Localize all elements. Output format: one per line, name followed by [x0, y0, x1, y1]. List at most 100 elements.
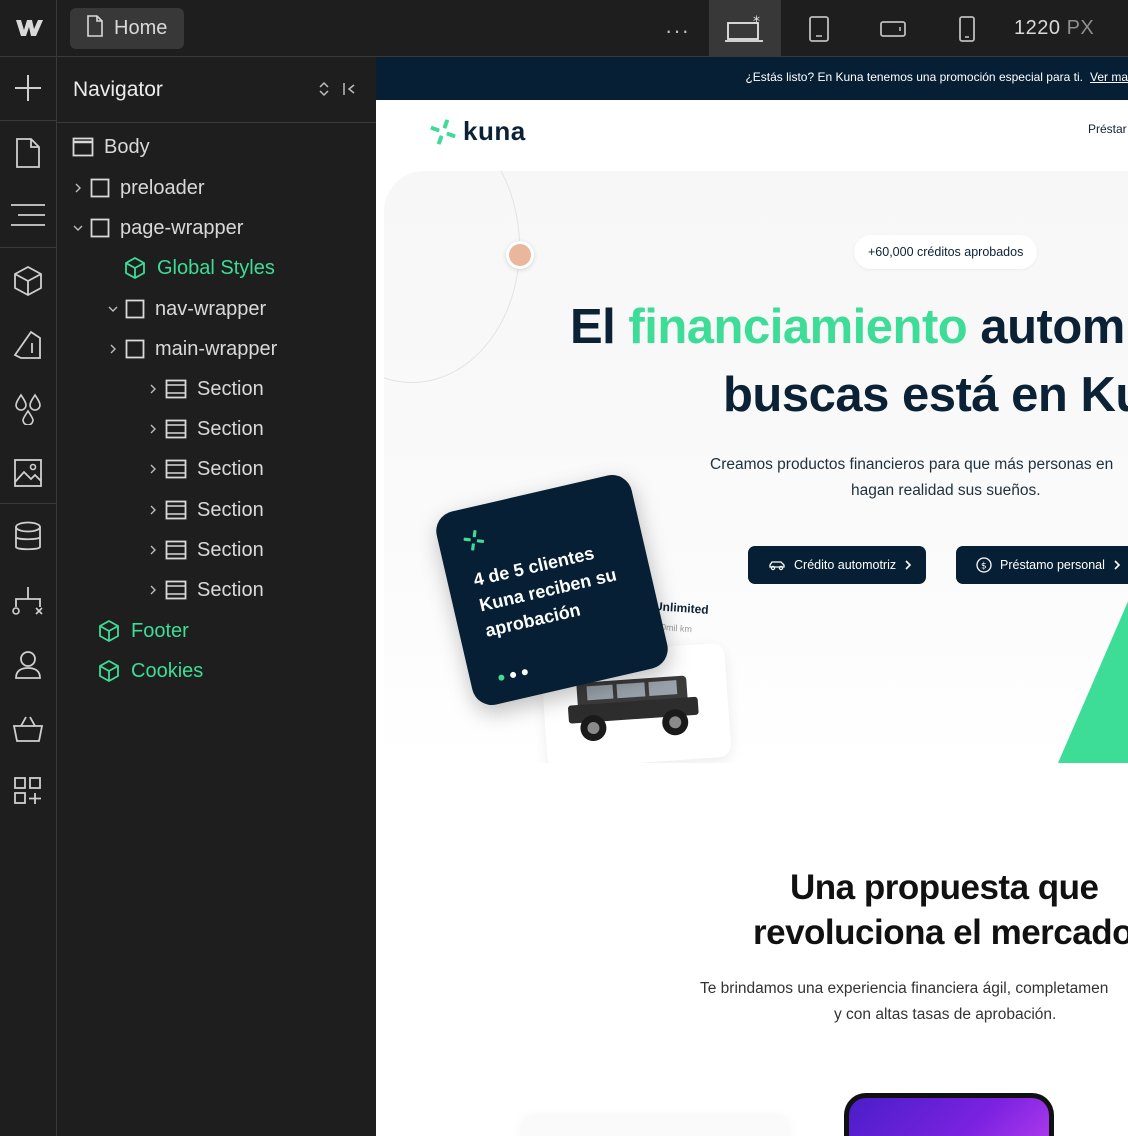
tree-item-label: page-wrapper [120, 216, 244, 239]
tree-item-section[interactable]: Section [145, 369, 264, 409]
section2-heading-line2: revoluciona el mercado [753, 913, 1128, 952]
mobile-landscape-icon [880, 20, 906, 37]
component-icon [123, 256, 147, 280]
logic-button[interactable] [0, 573, 56, 629]
section-icon [165, 419, 187, 439]
car-icon [769, 561, 785, 571]
auto-credit-button[interactable]: Crédito automotriz [748, 546, 927, 584]
div-block-icon [90, 178, 110, 198]
chevron-right-icon[interactable] [145, 463, 161, 475]
section-icon [165, 379, 187, 399]
personal-loan-button[interactable]: $ Préstamo personal [956, 546, 1128, 584]
tree-item-main-wrapper[interactable]: main-wrapper [105, 329, 277, 369]
apps-icon [14, 777, 41, 804]
dock-panel-icon[interactable] [341, 79, 357, 104]
brand-name: kuna [463, 116, 526, 146]
chevron-right-icon[interactable] [145, 584, 161, 596]
desktop-breakpoint-button[interactable]: * [709, 0, 781, 57]
tree-item-section[interactable]: Section [145, 570, 264, 610]
cms-button[interactable] [0, 509, 56, 565]
promo-link[interactable]: Ver ma [1090, 70, 1128, 84]
tree-item-label: Section [197, 417, 264, 440]
page-selector[interactable]: Home [70, 8, 184, 49]
tree-item-footer[interactable]: Footer [97, 611, 189, 651]
components-button[interactable] [0, 253, 56, 309]
div-block-icon [125, 339, 145, 359]
tree-item-body[interactable]: Body [72, 127, 150, 167]
tree-item-cookies[interactable]: Cookies [97, 651, 203, 691]
page-icon [16, 138, 40, 168]
tree-item-label: Section [197, 578, 264, 601]
tree-item-section[interactable]: Section [145, 409, 264, 449]
chevron-right-icon[interactable] [70, 182, 86, 194]
section2-paragraph-line1: Te brindamos una experiencia financiera … [700, 980, 1109, 997]
chevron-right-icon [1114, 560, 1121, 570]
tree-item-global-styles[interactable]: Global Styles [123, 248, 275, 288]
ecommerce-button[interactable] [0, 701, 56, 757]
svg-text:*: * [753, 15, 760, 30]
svg-text:$: $ [981, 562, 987, 572]
section2-paragraph-line2: y con altas tasas de aprobación. [834, 1006, 1057, 1023]
design-canvas[interactable]: ¿Estás listo? En Kuna tenemos una promoc… [376, 57, 1128, 1136]
chevron-down-icon[interactable] [105, 305, 121, 313]
mobile-portrait-icon [959, 15, 975, 42]
tree-item-label: Footer [131, 619, 189, 642]
tree-item-section[interactable]: Section [145, 490, 264, 530]
chevron-right-icon [905, 560, 912, 570]
tablet-breakpoint-button[interactable] [783, 0, 855, 57]
nav-link-prestamos[interactable]: Préstar [1088, 122, 1127, 136]
kuna-logo-icon [430, 118, 456, 145]
canvas-width-unit: PX [1066, 17, 1095, 39]
chevron-down-icon[interactable] [70, 224, 86, 232]
chevron-right-icon[interactable] [145, 383, 161, 395]
body-icon [72, 137, 94, 157]
section-icon [165, 459, 187, 479]
droplets-icon [15, 393, 41, 425]
tree-item-label: Body [104, 135, 150, 158]
chevron-right-icon[interactable] [145, 423, 161, 435]
section-icon [165, 580, 187, 600]
divider [0, 247, 56, 248]
section2-heading-line1: Una propuesta que [790, 868, 1099, 907]
divider [0, 503, 56, 504]
div-block-icon [90, 218, 110, 238]
chevron-right-icon[interactable] [145, 504, 161, 516]
canvas-width-value: 1220 [1014, 17, 1061, 39]
add-elements-button[interactable] [0, 60, 56, 116]
apps-button[interactable] [0, 763, 56, 819]
tree-item-section[interactable]: Section [145, 449, 264, 489]
mobile-landscape-breakpoint-button[interactable] [857, 0, 929, 57]
tree-item-label: Section [197, 377, 264, 400]
divider [56, 0, 57, 57]
tree-item-label: Section [197, 457, 264, 480]
mobile-portrait-breakpoint-button[interactable] [931, 0, 1003, 57]
section-icon [165, 540, 187, 560]
tree-item-page-wrapper[interactable]: page-wrapper [70, 208, 243, 248]
users-button[interactable] [0, 637, 56, 693]
chevron-right-icon[interactable] [145, 544, 161, 556]
pages-button[interactable] [0, 125, 56, 181]
assets-button[interactable] [0, 445, 56, 501]
dollar-icon: $ [976, 557, 992, 573]
variables-button[interactable] [0, 381, 56, 437]
top-bar: Home ··· * 1220 PX [0, 0, 1128, 57]
navigator-header: Navigator [57, 57, 376, 123]
section-icon [165, 500, 187, 520]
promo-text: ¿Estás listo? En Kuna tenemos una promoc… [745, 70, 1083, 84]
tree-item-section[interactable]: Section [145, 530, 264, 570]
user-icon [15, 651, 41, 679]
cube-icon [14, 265, 42, 297]
chevron-right-icon[interactable] [105, 343, 121, 355]
expand-collapse-icon[interactable] [318, 79, 330, 104]
tree-item-preloader[interactable]: preloader [70, 168, 205, 208]
more-options-button[interactable]: ··· [665, 18, 690, 44]
brand-logo[interactable]: kuna [429, 116, 526, 147]
webflow-logo-icon[interactable] [14, 16, 44, 40]
canvas-width-readout[interactable]: 1220 PX [1014, 17, 1094, 40]
navigator-icon [11, 204, 45, 226]
component-icon [97, 659, 121, 683]
style-selectors-button[interactable] [0, 317, 56, 373]
tree-item-label: nav-wrapper [155, 297, 267, 320]
navigator-button[interactable] [0, 187, 56, 243]
tree-item-nav-wrapper[interactable]: nav-wrapper [105, 289, 266, 329]
